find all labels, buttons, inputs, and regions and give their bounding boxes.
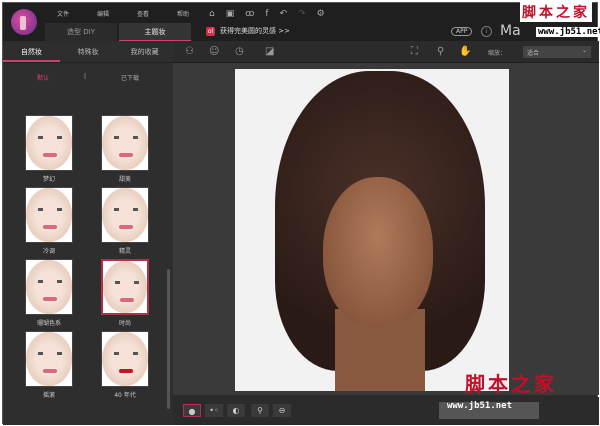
hand-icon[interactable]: ✋ (459, 46, 471, 57)
makeup-item[interactable]: 精灵 (101, 187, 149, 255)
menu-help[interactable]: 帮助 (177, 9, 189, 18)
makeup-thumbnail (25, 259, 73, 315)
makeup-item[interactable]: 珊瑚色系 (25, 259, 73, 327)
makeup-thumbnail (101, 187, 149, 243)
makeup-label: 冷调 (42, 248, 55, 255)
makeup-label: 摇滚 (42, 392, 55, 399)
makeup-label: 40 年代 (114, 392, 136, 399)
watermark-title: 脚本之家 (520, 2, 592, 22)
makeup-thumbnail (25, 115, 73, 171)
scrollbar[interactable] (167, 269, 170, 409)
home-icon[interactable]: ⌂ (209, 9, 215, 19)
makeup-thumbnail (101, 331, 149, 387)
makeup-label: 甜美 (118, 176, 131, 183)
info-icon[interactable]: i (481, 26, 492, 37)
app-logo (11, 9, 37, 35)
makeup-item[interactable]: 40 年代 (101, 331, 149, 399)
history-icon[interactable]: ◷ (235, 46, 244, 57)
app-window: 文件 编辑 查看 帮助 造型 DIY 主题妆 ⌂ ▣ ꝏ f ↶ ↷ ⚙ ol … (2, 2, 599, 425)
makeup-grid: 梦幻 甜美冷调 精灵珊瑚色系 时尚摇滚 40 年代 (25, 115, 149, 399)
half-compare-icon[interactable]: ◐ (227, 404, 245, 417)
menu-edit[interactable]: 编辑 (97, 9, 109, 18)
bottom-toolbar: ● •◦ ◐ ⚲ ⊖ (173, 397, 599, 425)
chevron-down-icon: ⌄ (581, 47, 587, 54)
brand-name: Ma (500, 23, 521, 39)
watermark-title-bottom: 脚本之家 (465, 372, 557, 396)
makeup-item[interactable]: 摇滚 (25, 331, 73, 399)
zoom-value: 适合 (527, 50, 540, 57)
inspiration-banner[interactable]: ol 获得完美圆的灵感 >> (206, 26, 290, 36)
subtab-special[interactable]: 特殊妆 (60, 41, 117, 62)
vertical-compare-icon[interactable]: ⚲ (251, 404, 269, 417)
view-toolbar: ⚇ ☺ ◷ ◪ ⛶ ⚲ ✋ 缩放： 适合 ⌄ (173, 41, 599, 63)
watermark-url: www.jb51.net (536, 27, 600, 37)
sidebar: 自然妆 特殊妆 我的收藏 默认 | 已下载 梦幻 甜美冷调 精灵珊瑚色系 时尚摇滚 40… (3, 41, 173, 425)
makeup-label: 精灵 (118, 248, 131, 255)
app-button[interactable]: APP (451, 27, 473, 36)
side-by-side-icon[interactable]: •◦ (205, 404, 223, 417)
single-view-icon[interactable]: ● (183, 404, 201, 417)
makeup-item[interactable]: 冷调 (25, 187, 73, 255)
redo-icon[interactable]: ↷ (298, 9, 306, 19)
makeup-label: 时尚 (118, 320, 131, 327)
share-icon[interactable]: ꝏ (245, 9, 254, 19)
subtab-favorites[interactable]: 我的收藏 (116, 41, 173, 62)
horizontal-compare-icon[interactable]: ⊖ (273, 404, 291, 417)
subtab-natural[interactable]: 自然妆 (3, 41, 60, 62)
face-icon[interactable]: ☺ (209, 46, 219, 57)
undo-icon[interactable]: ↶ (280, 9, 288, 19)
magnifier-icon[interactable]: ⚲ (437, 46, 444, 57)
save-icon[interactable]: ▣ (226, 9, 235, 19)
settings-icon[interactable]: ⚙ (317, 9, 325, 19)
photo-canvas[interactable] (173, 63, 599, 395)
face (323, 177, 433, 327)
makeup-thumbnail (25, 331, 73, 387)
makeup-item[interactable]: 时尚 (101, 259, 149, 327)
banner-icon: ol (206, 26, 215, 36)
makeup-thumbnail (101, 115, 149, 171)
banner-text: 获得完美圆的灵感 >> (220, 27, 290, 35)
menu-bar: 文件 编辑 查看 帮助 (57, 9, 189, 18)
watermark-url-bottom: www.jb51.net (447, 401, 513, 411)
makeup-label: 珊瑚色系 (36, 320, 61, 327)
filter-downloaded[interactable]: 已下载 (121, 73, 139, 82)
filter-divider: | (83, 73, 87, 80)
makeup-thumbnail (25, 187, 73, 243)
menu-file[interactable]: 文件 (57, 9, 69, 18)
filter-default[interactable]: 默认 (37, 73, 49, 82)
makeup-item[interactable]: 梦幻 (25, 115, 73, 183)
compare-icon[interactable]: ⚇ (185, 46, 194, 57)
makeup-label: 梦幻 (42, 176, 55, 183)
zoom-label: 缩放： (488, 50, 507, 57)
fit-screen-icon[interactable]: ⛶ (411, 46, 418, 57)
split-view-icon[interactable]: ◪ (265, 46, 274, 57)
zoom-select[interactable]: 适合 ⌄ (523, 46, 591, 58)
facebook-icon[interactable]: f (265, 9, 268, 19)
makeup-item[interactable]: 甜美 (101, 115, 149, 183)
tab-diy[interactable]: 造型 DIY (45, 23, 117, 41)
portrait-photo (235, 69, 509, 391)
tab-theme-makeup[interactable]: 主题妆 (119, 23, 191, 41)
menu-view[interactable]: 查看 (137, 9, 149, 18)
title-bar: 文件 编辑 查看 帮助 造型 DIY 主题妆 ⌂ ▣ ꝏ f ↶ ↷ ⚙ ol … (3, 3, 597, 41)
makeup-thumbnail (101, 259, 149, 315)
